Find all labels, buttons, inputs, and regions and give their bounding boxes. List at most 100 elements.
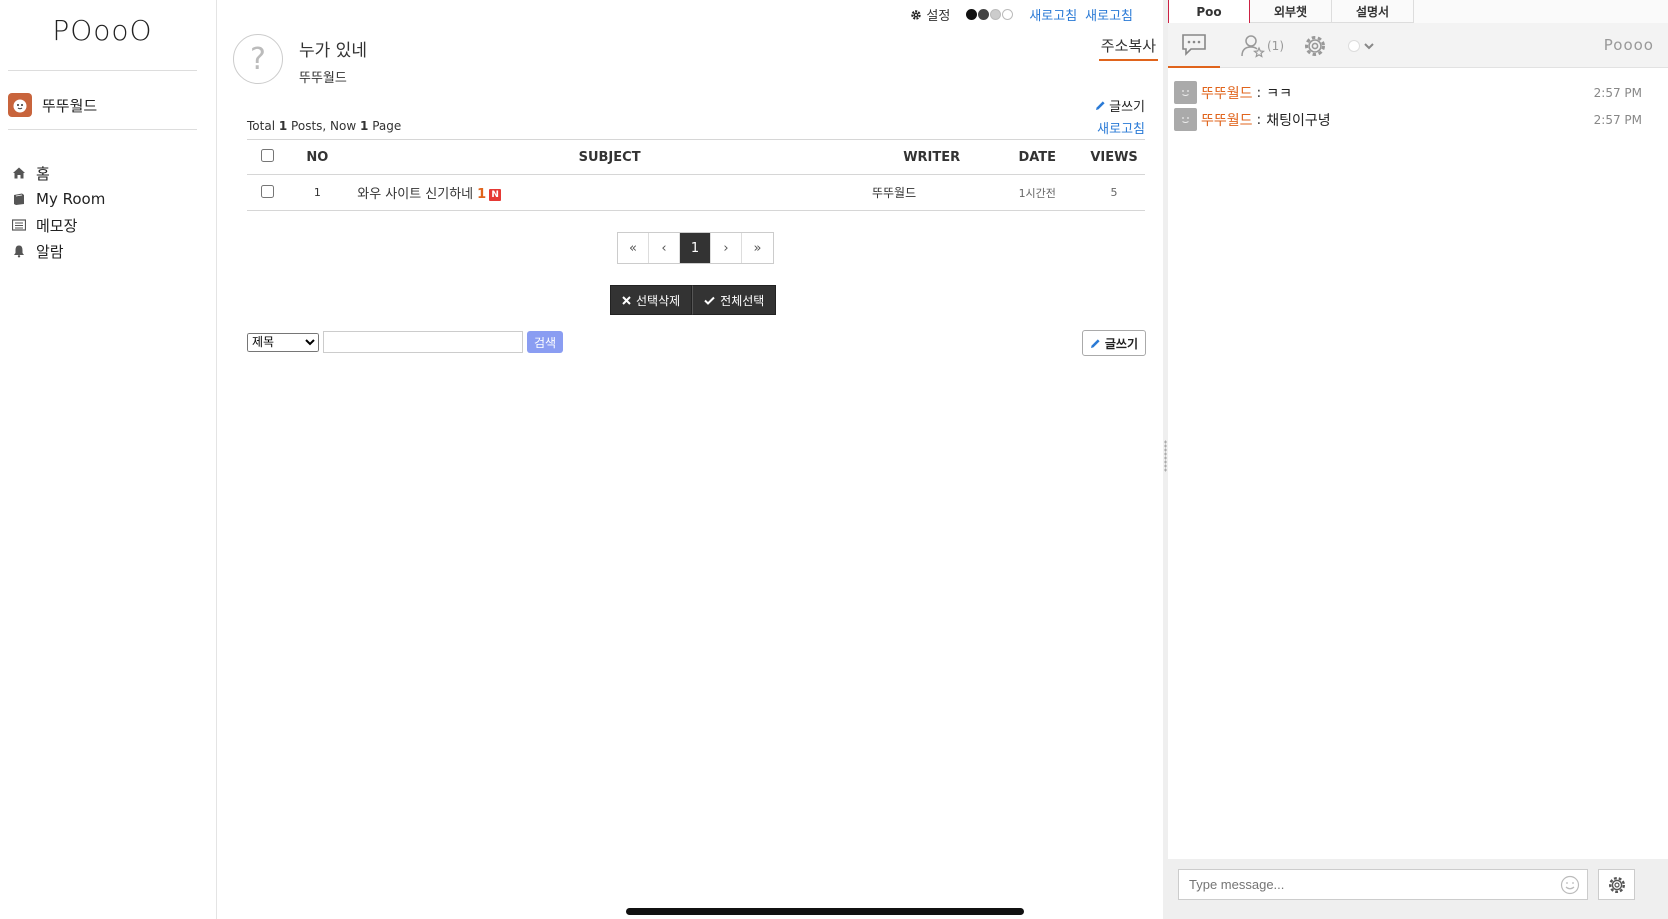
message-avatar bbox=[1174, 81, 1197, 104]
message-avatar bbox=[1174, 108, 1197, 131]
sidebar-user-name: 뚜뚜월드 bbox=[42, 96, 98, 115]
total-suffix: Page bbox=[372, 119, 402, 133]
smiley-icon bbox=[1182, 117, 1189, 123]
message-time: 2:57 PM bbox=[1593, 112, 1642, 127]
chat-message: 뚜뚜월드 : 채팅이구녕 2:57 PM bbox=[1174, 106, 1652, 133]
total-mid: Posts, Now bbox=[291, 119, 357, 133]
gear-icon bbox=[1305, 35, 1325, 56]
tab-manual[interactable]: 설명서 bbox=[1332, 0, 1414, 23]
emoji-icon[interactable] bbox=[1560, 875, 1580, 895]
table-row[interactable]: 1 와우 사이트 신기하네 1 N 뚜뚜월드 1시간전 5 bbox=[247, 174, 1145, 211]
pencil-icon bbox=[1096, 101, 1105, 110]
sidebar-item-alarm[interactable]: 알람 bbox=[12, 238, 105, 264]
sidebar-item-memo[interactable]: 메모장 bbox=[12, 212, 105, 238]
sidebar-item-label: My Room bbox=[36, 190, 106, 208]
chat-settings-tool[interactable] bbox=[1300, 23, 1330, 68]
message-time: 2:57 PM bbox=[1593, 85, 1642, 100]
chat-input-bar bbox=[1168, 859, 1668, 919]
write-link-top[interactable]: 글쓰기 bbox=[1095, 96, 1145, 115]
col-no: NO bbox=[287, 139, 348, 175]
col-writer: WRITER bbox=[871, 139, 992, 175]
select-all-header bbox=[247, 139, 288, 175]
row-subject-cell: 와우 사이트 신기하네 1 N bbox=[347, 174, 872, 211]
tab-external-chat[interactable]: 외부챗 bbox=[1250, 0, 1332, 23]
chat-bubble-icon bbox=[1182, 33, 1206, 56]
page-last-button[interactable]: » bbox=[742, 233, 773, 263]
sidebar-user[interactable]: 뚜뚜월드 bbox=[8, 93, 97, 117]
search-input[interactable] bbox=[323, 331, 523, 353]
write-button[interactable]: 글쓰기 bbox=[1081, 330, 1146, 356]
page-first-button[interactable]: « bbox=[618, 233, 649, 263]
col-subject: SUBJECT bbox=[347, 139, 872, 175]
search-field-select[interactable]: 제목 bbox=[247, 332, 319, 352]
delete-selected-button[interactable]: 선택삭제 bbox=[610, 285, 693, 315]
page-prev-button[interactable]: ‹ bbox=[649, 233, 680, 263]
col-date: DATE bbox=[991, 139, 1084, 175]
page-next-button[interactable]: › bbox=[711, 233, 742, 263]
row-checkbox-cell bbox=[247, 174, 288, 211]
settings-link[interactable]: 설정 bbox=[910, 5, 950, 24]
post-table: NO SUBJECT WRITER DATE VIEWS 1 와우 사이트 신기… bbox=[247, 139, 1145, 211]
sidebar-nav: 홈 My Room 메모장 알람 bbox=[12, 160, 105, 264]
chat-messages-tool[interactable] bbox=[1168, 23, 1220, 68]
write-link-label: 글쓰기 bbox=[1109, 100, 1145, 115]
post-total-summary: Total 1 Posts, Now 1 Page bbox=[247, 119, 401, 133]
select-all-checkbox[interactable] bbox=[260, 148, 274, 162]
total-prefix: Total bbox=[247, 119, 276, 133]
status-dropdown[interactable] bbox=[1344, 23, 1378, 68]
total-posts-count: 1 bbox=[278, 119, 288, 133]
message-input[interactable] bbox=[1178, 869, 1588, 900]
message-nick[interactable]: 뚜뚜월드 bbox=[1201, 83, 1253, 103]
splitter-grip-icon[interactable] bbox=[1164, 440, 1167, 472]
theme-dot-gray[interactable] bbox=[990, 9, 1002, 20]
message-text: ㅋㅋ bbox=[1266, 85, 1293, 102]
avatar-face-icon bbox=[13, 99, 27, 113]
row-no: 1 bbox=[287, 174, 348, 211]
users-icon bbox=[1241, 34, 1265, 58]
status-indicator bbox=[1347, 39, 1360, 52]
bulk-actions: 선택삭제 전체선택 bbox=[610, 285, 777, 315]
sidebar-item-my-room[interactable]: My Room bbox=[12, 186, 105, 212]
message-separator: : bbox=[1256, 111, 1262, 128]
col-views: VIEWS bbox=[1083, 139, 1145, 175]
memo-icon bbox=[12, 219, 26, 231]
row-checkbox[interactable] bbox=[260, 184, 274, 198]
theme-dot-dark[interactable] bbox=[978, 9, 990, 20]
site-logo[interactable]: POooO bbox=[0, 14, 205, 47]
refresh-link-1[interactable]: 새로고침 bbox=[1029, 5, 1077, 24]
user-avatar bbox=[8, 93, 32, 117]
select-all-label: 전체선택 bbox=[720, 293, 765, 308]
sidebar-divider bbox=[8, 70, 197, 71]
theme-dot-white[interactable] bbox=[1002, 9, 1014, 20]
search-bar: 제목 검색 bbox=[247, 331, 564, 353]
chat-users-tool[interactable]: (1) bbox=[1232, 23, 1292, 68]
tab-poo[interactable]: Poo bbox=[1168, 0, 1250, 23]
sidebar-item-label: 알람 bbox=[36, 242, 64, 261]
address-copy-button[interactable]: 주소복사 bbox=[1098, 35, 1158, 61]
smiley-icon bbox=[1182, 90, 1189, 96]
sidebar-item-label: 메모장 bbox=[36, 216, 78, 235]
chat-room-name: Poooo bbox=[1603, 36, 1654, 54]
pencil-icon bbox=[1090, 338, 1100, 348]
theme-dot-black[interactable] bbox=[966, 9, 978, 20]
chat-tabs: Poo 외부챗 설명서 bbox=[1168, 0, 1668, 23]
row-writer[interactable]: 뚜뚜월드 bbox=[871, 174, 992, 211]
left-sidebar: POooO 뚜뚜월드 홈 My Room 메모장 알람 bbox=[0, 0, 217, 919]
search-button[interactable]: 검색 bbox=[527, 331, 564, 353]
board-refresh-link[interactable]: 새로고침 bbox=[1097, 118, 1145, 137]
refresh-link-2[interactable]: 새로고침 bbox=[1085, 5, 1133, 24]
new-badge: N bbox=[489, 188, 502, 201]
chevron-down-icon bbox=[1363, 42, 1374, 49]
home-icon bbox=[13, 167, 25, 179]
select-all-button[interactable]: 전체선택 bbox=[692, 285, 777, 315]
message-nick[interactable]: 뚜뚜월드 bbox=[1201, 110, 1253, 130]
chat-options-button[interactable] bbox=[1598, 869, 1635, 900]
write-button-label: 글쓰기 bbox=[1104, 336, 1138, 351]
page-number-button[interactable]: 1 bbox=[680, 233, 711, 263]
row-subject-link[interactable]: 와우 사이트 신기하네 bbox=[357, 187, 473, 202]
theme-dots[interactable] bbox=[966, 9, 1014, 20]
row-views: 5 bbox=[1083, 174, 1145, 211]
comment-count: 1 bbox=[477, 187, 487, 202]
chat-panel: Poo 외부챗 설명서 (1) Poooo 뚜뚜월드: ㅋㅋ 2:57 PM … bbox=[1168, 0, 1668, 919]
sidebar-item-home[interactable]: 홈 bbox=[12, 160, 105, 186]
